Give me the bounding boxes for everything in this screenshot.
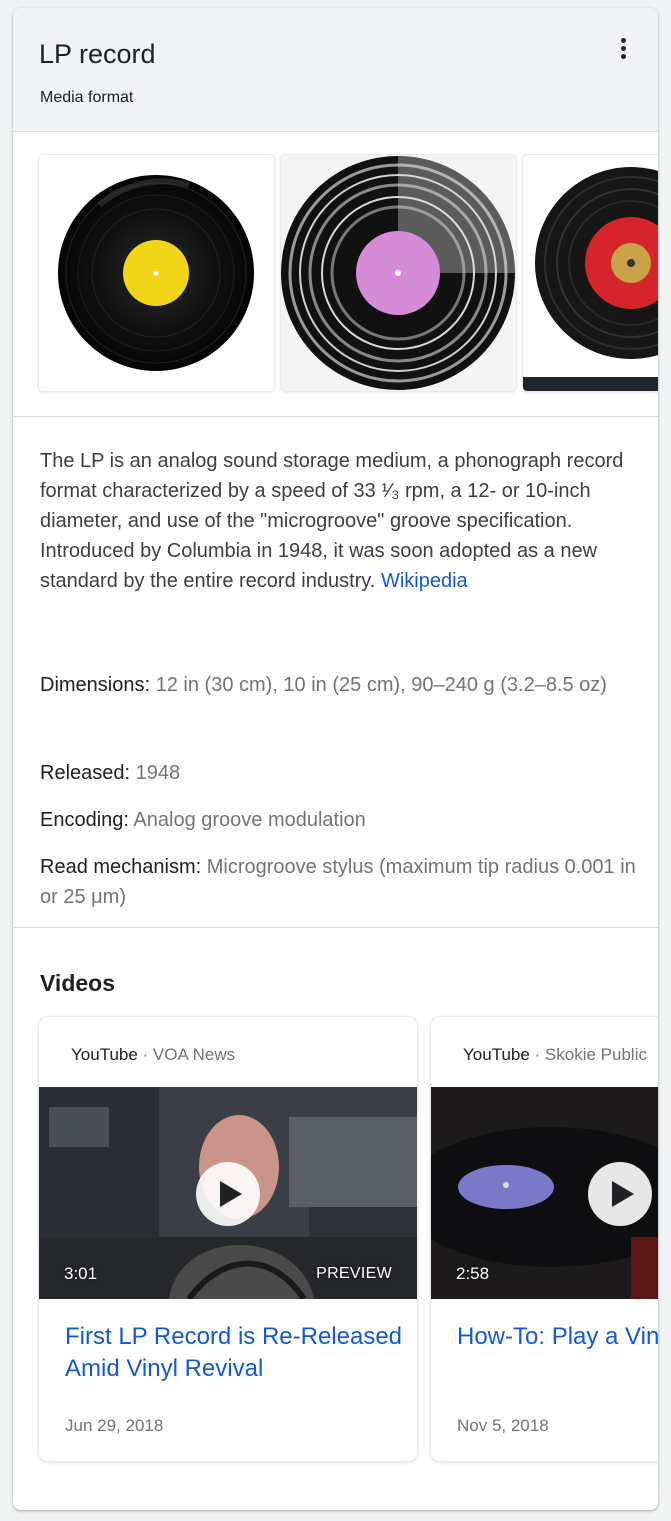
panel-header: LP record Media format bbox=[13, 8, 658, 132]
description-text: The LP is an analog sound storage medium… bbox=[40, 450, 624, 592]
record-image-2[interactable] bbox=[281, 155, 516, 391]
image-carousel bbox=[13, 132, 658, 417]
video-separator: · bbox=[529, 1045, 545, 1064]
description: The LP is an analog sound storage medium… bbox=[40, 446, 640, 596]
more-vert-icon[interactable] bbox=[605, 30, 641, 66]
fact-value: Analog groove modulation bbox=[133, 809, 366, 831]
play-icon[interactable] bbox=[588, 1162, 652, 1226]
fact-encoding: Encoding: Analog groove modulation bbox=[40, 805, 640, 835]
video-title-link[interactable]: First LP Record is Re-Released Amid Viny… bbox=[65, 1321, 405, 1385]
video-channel: VOA News bbox=[152, 1045, 236, 1064]
video-separator: · bbox=[137, 1045, 153, 1064]
video-channel: Skokie Public bbox=[544, 1045, 647, 1064]
video-source: YouTube · Skokie Public bbox=[463, 1045, 647, 1065]
fact-value: 12 in (30 cm), 10 in (25 cm), 90–240 g (… bbox=[155, 674, 607, 696]
video-date: Jun 29, 2018 bbox=[65, 1416, 164, 1435]
fact-label: Encoding: bbox=[40, 809, 129, 831]
video-date: Nov 5, 2018 bbox=[457, 1416, 549, 1435]
play-icon[interactable] bbox=[196, 1162, 260, 1226]
video-thumbnail[interactable]: 3:01 PREVIEW bbox=[39, 1087, 417, 1299]
wikipedia-link[interactable]: Wikipedia bbox=[381, 570, 468, 592]
fact-read-mechanism: Read mechanism: Microgroove stylus (maxi… bbox=[40, 852, 640, 912]
video-duration: 3:01 bbox=[64, 1264, 98, 1283]
video-duration: 2:58 bbox=[456, 1264, 490, 1283]
videos-heading: Videos bbox=[40, 970, 115, 996]
fact-label: Released: bbox=[40, 762, 131, 784]
fact-label: Dimensions: bbox=[40, 674, 151, 696]
preview-badge: PREVIEW bbox=[316, 1265, 392, 1282]
video-source: YouTube · VOA News bbox=[71, 1045, 235, 1065]
knowledge-panel: LP record Media format The LP is an anal… bbox=[13, 8, 658, 1510]
video-source-site: YouTube bbox=[71, 1045, 138, 1064]
video-thumbnail[interactable]: 2:58 bbox=[431, 1087, 658, 1299]
record-image-3[interactable] bbox=[523, 155, 658, 391]
video-card[interactable]: YouTube · Skokie Public 2:58 How-To: Pla… bbox=[431, 1017, 658, 1461]
panel-title: LP record bbox=[39, 39, 156, 69]
fact-dimensions: Dimensions: 12 in (30 cm), 10 in (25 cm)… bbox=[40, 670, 640, 700]
fact-released: Released: 1948 bbox=[40, 758, 640, 788]
record-image-1[interactable] bbox=[39, 155, 274, 391]
fact-label: Read mechanism: bbox=[40, 856, 202, 878]
video-card[interactable]: YouTube · VOA News 3:01 PREVIEW First LP… bbox=[39, 1017, 417, 1461]
video-source-site: YouTube bbox=[463, 1045, 530, 1064]
divider bbox=[13, 927, 658, 928]
panel-subtitle: Media format bbox=[40, 89, 134, 106]
video-title-link[interactable]: How-To: Play a Vin bbox=[457, 1321, 658, 1353]
fact-value: 1948 bbox=[135, 762, 181, 784]
